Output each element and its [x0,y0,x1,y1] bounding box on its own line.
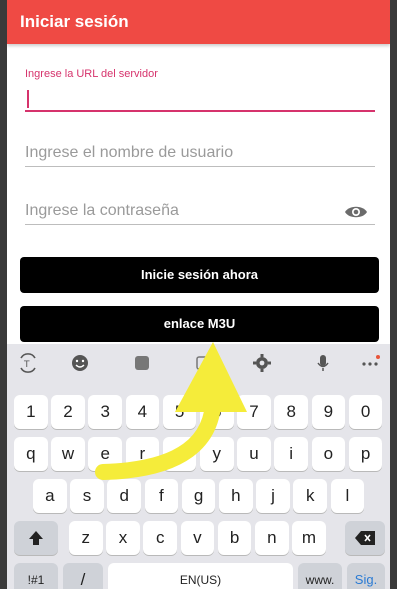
number-key-1[interactable]: 1 [14,395,48,429]
letter-key-v[interactable]: v [180,521,215,555]
letter-key-k[interactable]: k [293,479,327,513]
letter-key-d[interactable]: d [107,479,141,513]
text-cursor [27,90,29,108]
letter-key-i[interactable]: i [274,437,308,471]
password-placeholder: Ingrese la contraseña [25,202,179,219]
letter-key-s[interactable]: s [70,479,104,513]
number-key-5[interactable]: 5 [162,395,197,429]
letter-key-q[interactable]: q [14,437,48,471]
server-url-field[interactable]: Ingrese la URL del servidor [25,68,375,114]
m3u-link-button[interactable]: enlace M3U [20,306,379,342]
space-key[interactable]: EN(US) [108,563,293,589]
number-key-7[interactable]: 7 [237,395,271,429]
letter-key-c[interactable]: c [143,521,177,555]
letter-key-h[interactable]: h [219,479,253,513]
number-key-3[interactable]: 3 [88,395,122,429]
app-bar: Iniciar sesión [7,0,390,44]
username-field[interactable]: Ingrese el nombre de usuario [25,142,375,168]
letter-key-f[interactable]: f [144,479,179,513]
letter-key-a[interactable]: a [33,479,67,513]
microphone-icon[interactable] [312,352,334,374]
next-key[interactable]: Sig. [347,563,385,589]
letter-key-r[interactable]: r [125,437,160,471]
username-placeholder: Ingrese el nombre de usuario [25,144,234,161]
server-url-underline [25,110,375,112]
gif-icon[interactable] [193,352,215,374]
letter-key-y[interactable]: y [200,437,234,471]
number-key-8[interactable]: 8 [274,395,308,429]
letter-key-l[interactable]: l [330,479,365,513]
backspace-key[interactable] [345,521,385,555]
letter-key-w[interactable]: w [51,437,85,471]
number-key-9[interactable]: 9 [311,395,346,429]
sticker-icon[interactable] [131,352,153,374]
letter-key-m[interactable]: m [292,521,326,555]
shift-key[interactable] [14,521,58,555]
letter-key-b[interactable]: b [217,521,252,555]
number-key-0[interactable]: 0 [348,395,383,429]
letter-key-t[interactable]: t [162,437,197,471]
number-key-6[interactable]: 6 [200,395,234,429]
password-underline [25,224,375,225]
www-key[interactable]: www. [298,563,342,589]
letter-key-u[interactable]: u [237,437,271,471]
letter-key-x[interactable]: x [106,521,140,555]
letter-key-e[interactable]: e [88,437,122,471]
letter-key-p[interactable]: p [348,437,383,471]
server-url-label: Ingrese la URL del servidor [25,68,158,80]
letter-key-g[interactable]: g [181,479,216,513]
show-password-icon[interactable] [344,204,368,220]
settings-icon[interactable] [251,352,273,374]
symbols-key[interactable]: !#1 [14,563,58,589]
phone-screen: Iniciar sesión Ingrese la URL del servid… [7,0,390,589]
emoji-icon[interactable] [69,352,91,374]
login-button[interactable]: Inicie sesión ahora [20,257,379,293]
svg-text:T: T [23,360,30,370]
on-screen-keyboard: T 1234567890 qwertyuiop asdfghjkl zxcvbn… [7,344,390,589]
more-icon[interactable] [359,352,381,374]
number-key-4[interactable]: 4 [125,395,160,429]
slash-key[interactable]: / [63,563,103,589]
username-underline [25,166,375,167]
letter-key-n[interactable]: n [255,521,289,555]
letter-key-j[interactable]: j [256,479,290,513]
page-title: Iniciar sesión [20,12,129,31]
number-key-2[interactable]: 2 [51,395,85,429]
password-field[interactable]: Ingrese la contraseña [25,200,375,226]
letter-key-z[interactable]: z [69,521,103,555]
translate-icon[interactable]: T [17,352,39,374]
letter-key-o[interactable]: o [311,437,346,471]
